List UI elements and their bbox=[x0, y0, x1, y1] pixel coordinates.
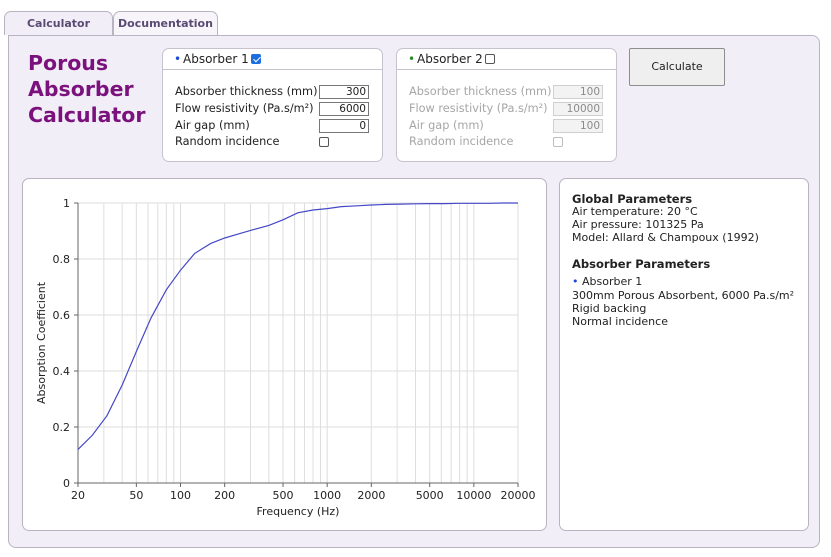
calculate-button[interactable]: Calculate bbox=[629, 48, 725, 86]
absorber-1-resistivity-input[interactable]: 6000 bbox=[319, 102, 369, 116]
absorber-params-heading: Absorber Parameters bbox=[572, 257, 711, 271]
x-tick-label: 100 bbox=[170, 489, 191, 502]
absorber-entry: • Absorber 1 bbox=[572, 275, 643, 289]
absorber-1-thickness-label: Absorber thickness (mm) bbox=[175, 85, 318, 98]
x-tick-label: 1000 bbox=[313, 489, 341, 502]
absorber-2-header: • Absorber 2 bbox=[397, 49, 616, 70]
x-tick-label: 5000 bbox=[416, 489, 444, 502]
absorber-2-panel: • Absorber 2 Absorber thickness (mm) 100… bbox=[396, 48, 617, 162]
x-tick-label: 500 bbox=[273, 489, 294, 502]
air-temperature: Air temperature: 20 °C bbox=[572, 205, 698, 218]
y-tick-label: 0.4 bbox=[53, 365, 71, 378]
tab-calculator[interactable]: Calculator bbox=[4, 11, 113, 35]
x-axis-label: Frequency (Hz) bbox=[257, 505, 340, 518]
info-panel: Global Parameters Air temperature: 20 °C… bbox=[559, 178, 809, 531]
global-params-heading: Global Parameters bbox=[572, 192, 693, 206]
absorber-2-resistivity-label: Flow resistivity (Pa.s/m²) bbox=[409, 102, 548, 115]
air-pressure: Air pressure: 101325 Pa bbox=[572, 218, 704, 231]
model-text: Model: Allard & Champoux (1992) bbox=[572, 231, 759, 244]
absorber-1-random-label: Random incidence bbox=[175, 135, 280, 148]
absorber-1-thickness-input[interactable]: 300 bbox=[319, 85, 369, 99]
absorber-2-enable-checkbox[interactable] bbox=[485, 54, 495, 64]
title-line-1: Porous bbox=[28, 51, 109, 75]
absorber-2-airgap-input[interactable]: 100 bbox=[553, 119, 603, 133]
absorber-description: 300mm Porous Absorbent, 6000 Pa.s/m² bbox=[572, 289, 795, 302]
chart-panel: 0 0.2 0.4 0.6 0.8 1 20 50 100 200 500 1000 2000 5000 1… bbox=[22, 178, 547, 531]
y-tick-label: 0.8 bbox=[53, 253, 71, 266]
absorber-1-panel: • Absorber 1 Absorber thickness (mm) 300… bbox=[162, 48, 383, 162]
title-line-3: Calculator bbox=[28, 103, 146, 127]
x-tick-label: 50 bbox=[129, 489, 143, 502]
absorber-2-airgap-label: Air gap (mm) bbox=[409, 119, 484, 132]
x-tick-label: 10000 bbox=[456, 489, 491, 502]
absorber-2-bullet-icon: • bbox=[408, 52, 416, 66]
x-tick-label: 20 bbox=[71, 489, 85, 502]
absorber-1-airgap-input[interactable]: 0 bbox=[319, 119, 369, 133]
x-tick-label: 200 bbox=[214, 489, 235, 502]
absorber-1-resistivity-label: Flow resistivity (Pa.s/m²) bbox=[175, 102, 314, 115]
absorber-2-random-checkbox[interactable] bbox=[553, 137, 563, 147]
absorber-1-header: • Absorber 1 bbox=[163, 49, 382, 70]
x-tick-label: 20000 bbox=[501, 489, 536, 502]
absorber-1-label: Absorber 1 bbox=[183, 52, 249, 66]
y-tick-label: 0.2 bbox=[53, 421, 71, 434]
tab-documentation[interactable]: Documentation bbox=[113, 11, 218, 35]
absorber-2-label: Absorber 2 bbox=[417, 52, 483, 66]
tab-bar: Calculator Documentation bbox=[0, 0, 831, 36]
y-axis-label: Absorption Coefficient bbox=[35, 281, 48, 404]
absorber-entry-bullet-icon: • bbox=[572, 275, 579, 288]
absorber-2-thickness-label: Absorber thickness (mm) bbox=[409, 85, 552, 98]
incidence-text: Normal incidence bbox=[572, 315, 668, 328]
series-line bbox=[77, 202, 518, 450]
absorption-chart: 0 0.2 0.4 0.6 0.8 1 20 50 100 200 500 1000 2000 5000 1… bbox=[35, 197, 536, 518]
title-line-2: Absorber bbox=[28, 77, 134, 101]
absorber-1-random-checkbox[interactable] bbox=[319, 137, 329, 147]
y-tick-label: 1 bbox=[63, 197, 70, 210]
page-title: Porous Absorber Calculator bbox=[28, 50, 168, 128]
y-tick-label: 0 bbox=[63, 477, 70, 490]
absorber-2-random-label: Random incidence bbox=[409, 135, 514, 148]
absorber-1-bullet-icon: • bbox=[174, 52, 182, 66]
absorber-entry-name: Absorber 1 bbox=[582, 275, 643, 288]
absorber-1-airgap-label: Air gap (mm) bbox=[175, 119, 250, 132]
x-tick-label: 2000 bbox=[357, 489, 385, 502]
absorber-2-thickness-input[interactable]: 100 bbox=[553, 85, 603, 99]
absorber-1-enable-checkbox[interactable] bbox=[251, 54, 261, 64]
y-tick-label: 0.6 bbox=[53, 309, 71, 322]
absorber-2-resistivity-input[interactable]: 10000 bbox=[553, 102, 603, 116]
backing-text: Rigid backing bbox=[572, 302, 647, 315]
